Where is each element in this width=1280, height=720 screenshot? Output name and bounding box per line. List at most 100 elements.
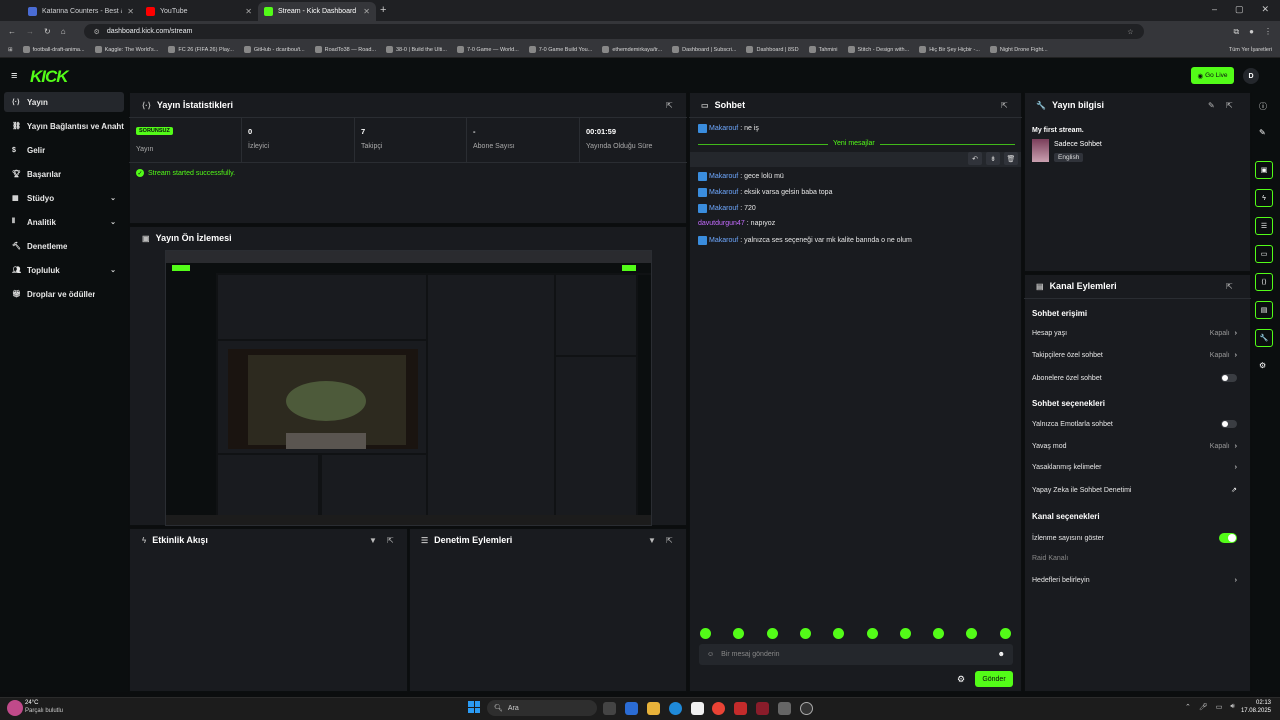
new-tab-icon[interactable]: +: [380, 4, 386, 16]
nav-item[interactable]: 🔨︎ Denetleme: [4, 236, 124, 256]
chat-username[interactable]: Makarouf: [709, 237, 738, 244]
profile-icon[interactable]: ●: [1249, 27, 1254, 36]
nav-item[interactable]: ⫴ Analitik ⌄: [4, 212, 124, 232]
avatar[interactable]: D: [1243, 68, 1259, 84]
rail-wrench-button[interactable]: 🔧: [1255, 329, 1273, 347]
nav-item[interactable]: ⟨·⟩ Yayın: [4, 92, 124, 112]
popout-icon[interactable]: ⇱: [666, 536, 673, 545]
popout-icon[interactable]: ⇱: [1226, 282, 1233, 291]
popout-icon[interactable]: ⇱: [1001, 101, 1008, 110]
emotes-only-toggle[interactable]: [1221, 420, 1237, 428]
chat-message[interactable]: Makarouf: yalnızca ses seçeneği var mk ka…: [698, 236, 912, 245]
delete-icon[interactable]: 🗑: [1004, 152, 1018, 165]
bookmark-item[interactable]: FC 26 (FIFA 26) Play...: [168, 46, 234, 53]
pen-icon[interactable]: ✎: [1259, 128, 1266, 137]
rail-chat-button[interactable]: ▭: [1255, 245, 1273, 263]
nav-item[interactable]: 🏆︎ Başarılar: [4, 164, 124, 184]
rail-list-button[interactable]: ☰: [1255, 217, 1273, 235]
chat-input[interactable]: ☺ Bir mesaj gönderin ☻: [699, 644, 1013, 665]
volume-icon[interactable]: 🔊︎: [1230, 703, 1234, 711]
taskbar-search[interactable]: 🔍︎ Ara: [487, 700, 597, 716]
emoji-icon[interactable]: ☻: [998, 651, 1005, 658]
star-icon[interactable]: ☆: [1127, 28, 1133, 36]
home-icon[interactable]: ⌂: [61, 27, 66, 36]
send-button[interactable]: Gönder: [975, 671, 1013, 687]
bookmark-item[interactable]: Night Drone Fight...: [989, 46, 1048, 53]
bookmark-item[interactable]: Dashboard | 8SD: [746, 46, 799, 53]
bookmark-item[interactable]: Stitch - Design with...: [847, 46, 909, 53]
nav-item[interactable]: 👥︎ Topluluk ⌄: [4, 260, 124, 280]
tab-youtube[interactable]: YouTube ✕: [140, 2, 258, 21]
close-window-icon[interactable]: ✕: [1262, 4, 1270, 15]
chevron-up-icon[interactable]: ⌃: [1185, 703, 1191, 711]
reload-icon[interactable]: ↻: [44, 27, 51, 36]
reply-icon[interactable]: ↶: [968, 152, 982, 165]
extensions-icon[interactable]: ⧉: [1233, 27, 1239, 37]
bookmark-item[interactable]: Hiç Bir Şey Hiçbir -...: [919, 46, 980, 53]
close-icon[interactable]: ✕: [127, 7, 134, 16]
account-age-row[interactable]: Hesap yaşı Kapalı ›: [1032, 330, 1237, 337]
file-explorer-icon[interactable]: [647, 702, 660, 715]
bookmark-item[interactable]: 7-0 Game Build You...: [528, 46, 592, 53]
subs-only-toggle[interactable]: [1221, 374, 1237, 382]
filter-icon[interactable]: ▼: [648, 536, 656, 545]
all-bookmarks[interactable]: Tüm Yer İşaretleri: [1229, 47, 1272, 53]
hamburger-menu-icon[interactable]: ≡: [11, 70, 17, 82]
menu-icon[interactable]: ⋮: [1264, 27, 1272, 36]
weather-icon[interactable]: [7, 700, 23, 716]
maximize-icon[interactable]: ▢: [1235, 4, 1244, 15]
emote-icon[interactable]: [799, 628, 811, 639]
filter-icon[interactable]: ▼: [369, 536, 377, 545]
site-info-icon[interactable]: ⚙: [94, 28, 100, 36]
task-view-icon[interactable]: [603, 702, 616, 715]
bookmark-item[interactable]: Tahmini: [808, 46, 838, 53]
nav-item[interactable]: ▦ Stüdyo ⌄: [4, 188, 124, 208]
edit-icon[interactable]: ✎: [1208, 101, 1215, 110]
emote-icon[interactable]: [899, 628, 911, 639]
bookmark-item[interactable]: ethemdemirkaya/tr...: [602, 46, 662, 53]
chat-message[interactable]: Makarouf:720: [698, 204, 756, 213]
tab-kick-dashboard[interactable]: Stream - Kick Dashboard ✕: [258, 2, 376, 21]
set-targets-row[interactable]: Hedefleri belirleyin ›: [1032, 577, 1237, 584]
emote-icon[interactable]: [999, 628, 1011, 639]
emote-icon[interactable]: [700, 628, 711, 639]
url-field[interactable]: ⚙ dashboard.kick.com/stream ☆: [83, 24, 1144, 39]
apps-icon[interactable]: ⊞: [8, 47, 13, 53]
rail-settings-icon[interactable]: ⚙: [1259, 361, 1266, 370]
followers-only-row[interactable]: Takipçilere özel sohbet Kapalı ›: [1032, 352, 1237, 359]
chrome-icon[interactable]: [712, 702, 725, 715]
popout-icon[interactable]: ⇱: [666, 101, 673, 110]
banned-words-row[interactable]: Yasaklanmış kelimeler ›: [1032, 464, 1237, 471]
app-icon[interactable]: [734, 702, 747, 715]
pin-icon[interactable]: ⇟: [986, 152, 1000, 165]
nav-item[interactable]: $ Gelir: [4, 140, 124, 160]
tab-katarina[interactable]: Katarina Counters - Best & Wo✕: [22, 2, 140, 21]
bookmark-item[interactable]: Dashboard | Subscri...: [672, 46, 736, 53]
go-live-button[interactable]: ◉ Go Live: [1191, 67, 1234, 84]
close-icon[interactable]: ✕: [245, 7, 252, 16]
windows-start-icon[interactable]: [468, 701, 480, 713]
close-icon[interactable]: ✕: [363, 7, 370, 16]
emote-icon[interactable]: [866, 628, 878, 639]
nav-item[interactable]: 🎁︎ Droplar ve ödüller: [4, 284, 124, 304]
info-icon[interactable]: ⓘ: [1259, 101, 1267, 112]
rail-screen-button[interactable]: ▣: [1255, 161, 1273, 179]
chat-username[interactable]: Makarouf: [709, 205, 738, 212]
back-icon[interactable]: ←: [8, 27, 16, 36]
chat-username[interactable]: Makarouf: [709, 173, 738, 180]
kick-logo[interactable]: KICK: [30, 67, 69, 87]
rail-bolt-button[interactable]: ϟ: [1255, 189, 1273, 207]
mic-icon[interactable]: 🎤︎: [1199, 703, 1208, 711]
bookmark-item[interactable]: football-draft-anima...: [22, 46, 85, 53]
chat-settings-icon[interactable]: ⚙: [957, 674, 965, 685]
bookmark-item[interactable]: RoadTo38 — Road...: [314, 46, 376, 53]
minimize-icon[interactable]: –: [1212, 4, 1217, 15]
smile-icon[interactable]: ☺: [707, 651, 714, 658]
bookmark-item[interactable]: 7-0 Game — World...: [456, 46, 519, 53]
ai-moderation-row[interactable]: Yapay Zeka ile Sohbet Denetimi ⇗: [1032, 486, 1237, 495]
slow-mode-row[interactable]: Yavaş mod Kapalı ›: [1032, 443, 1237, 450]
forward-icon[interactable]: →: [26, 27, 34, 36]
popout-icon[interactable]: ⇱: [1226, 101, 1233, 110]
rail-signal-button[interactable]: ⟨⟩: [1255, 273, 1273, 291]
emote-icon[interactable]: [766, 628, 778, 639]
